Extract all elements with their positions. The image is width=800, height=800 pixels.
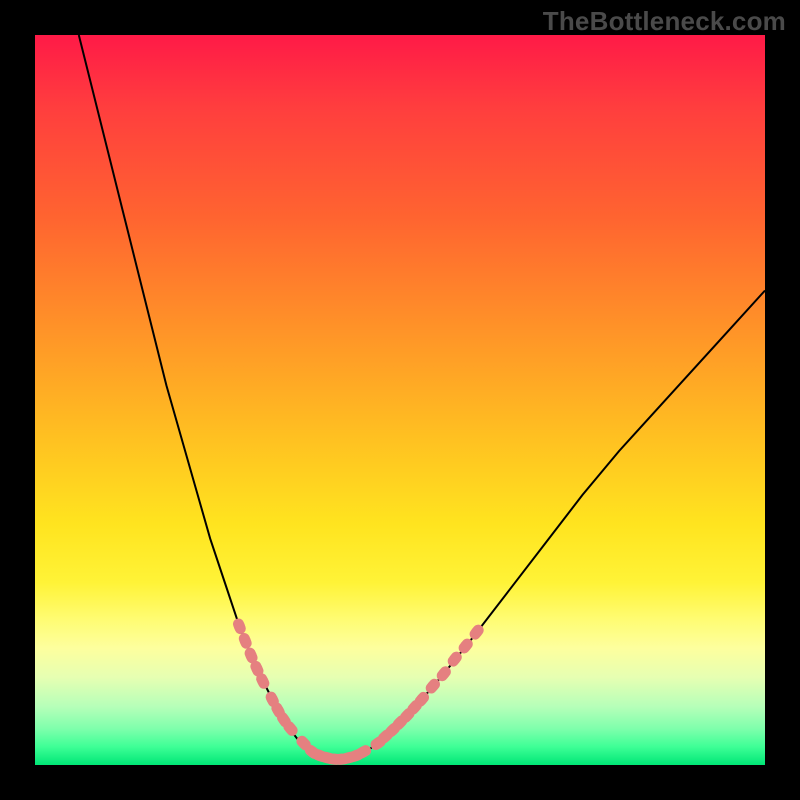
marker-dot <box>251 663 262 674</box>
chart-svg <box>35 35 765 765</box>
plot-area <box>35 35 765 765</box>
highlight-markers <box>231 617 486 765</box>
marker-dot <box>460 641 471 652</box>
outer-frame: TheBottleneck.com <box>0 0 800 800</box>
marker-dot <box>257 676 268 687</box>
marker-dot <box>427 681 438 692</box>
marker-dot <box>416 694 427 705</box>
marker-dot <box>246 650 257 661</box>
marker-dot <box>240 635 251 646</box>
marker-dot <box>438 668 449 679</box>
marker-dot <box>471 627 482 638</box>
marker-dot <box>285 723 296 734</box>
bottleneck-curve <box>79 35 765 760</box>
watermark-text: TheBottleneck.com <box>543 6 786 37</box>
marker-dot <box>449 654 460 665</box>
marker-dot <box>358 746 369 757</box>
marker-dot <box>234 621 245 632</box>
